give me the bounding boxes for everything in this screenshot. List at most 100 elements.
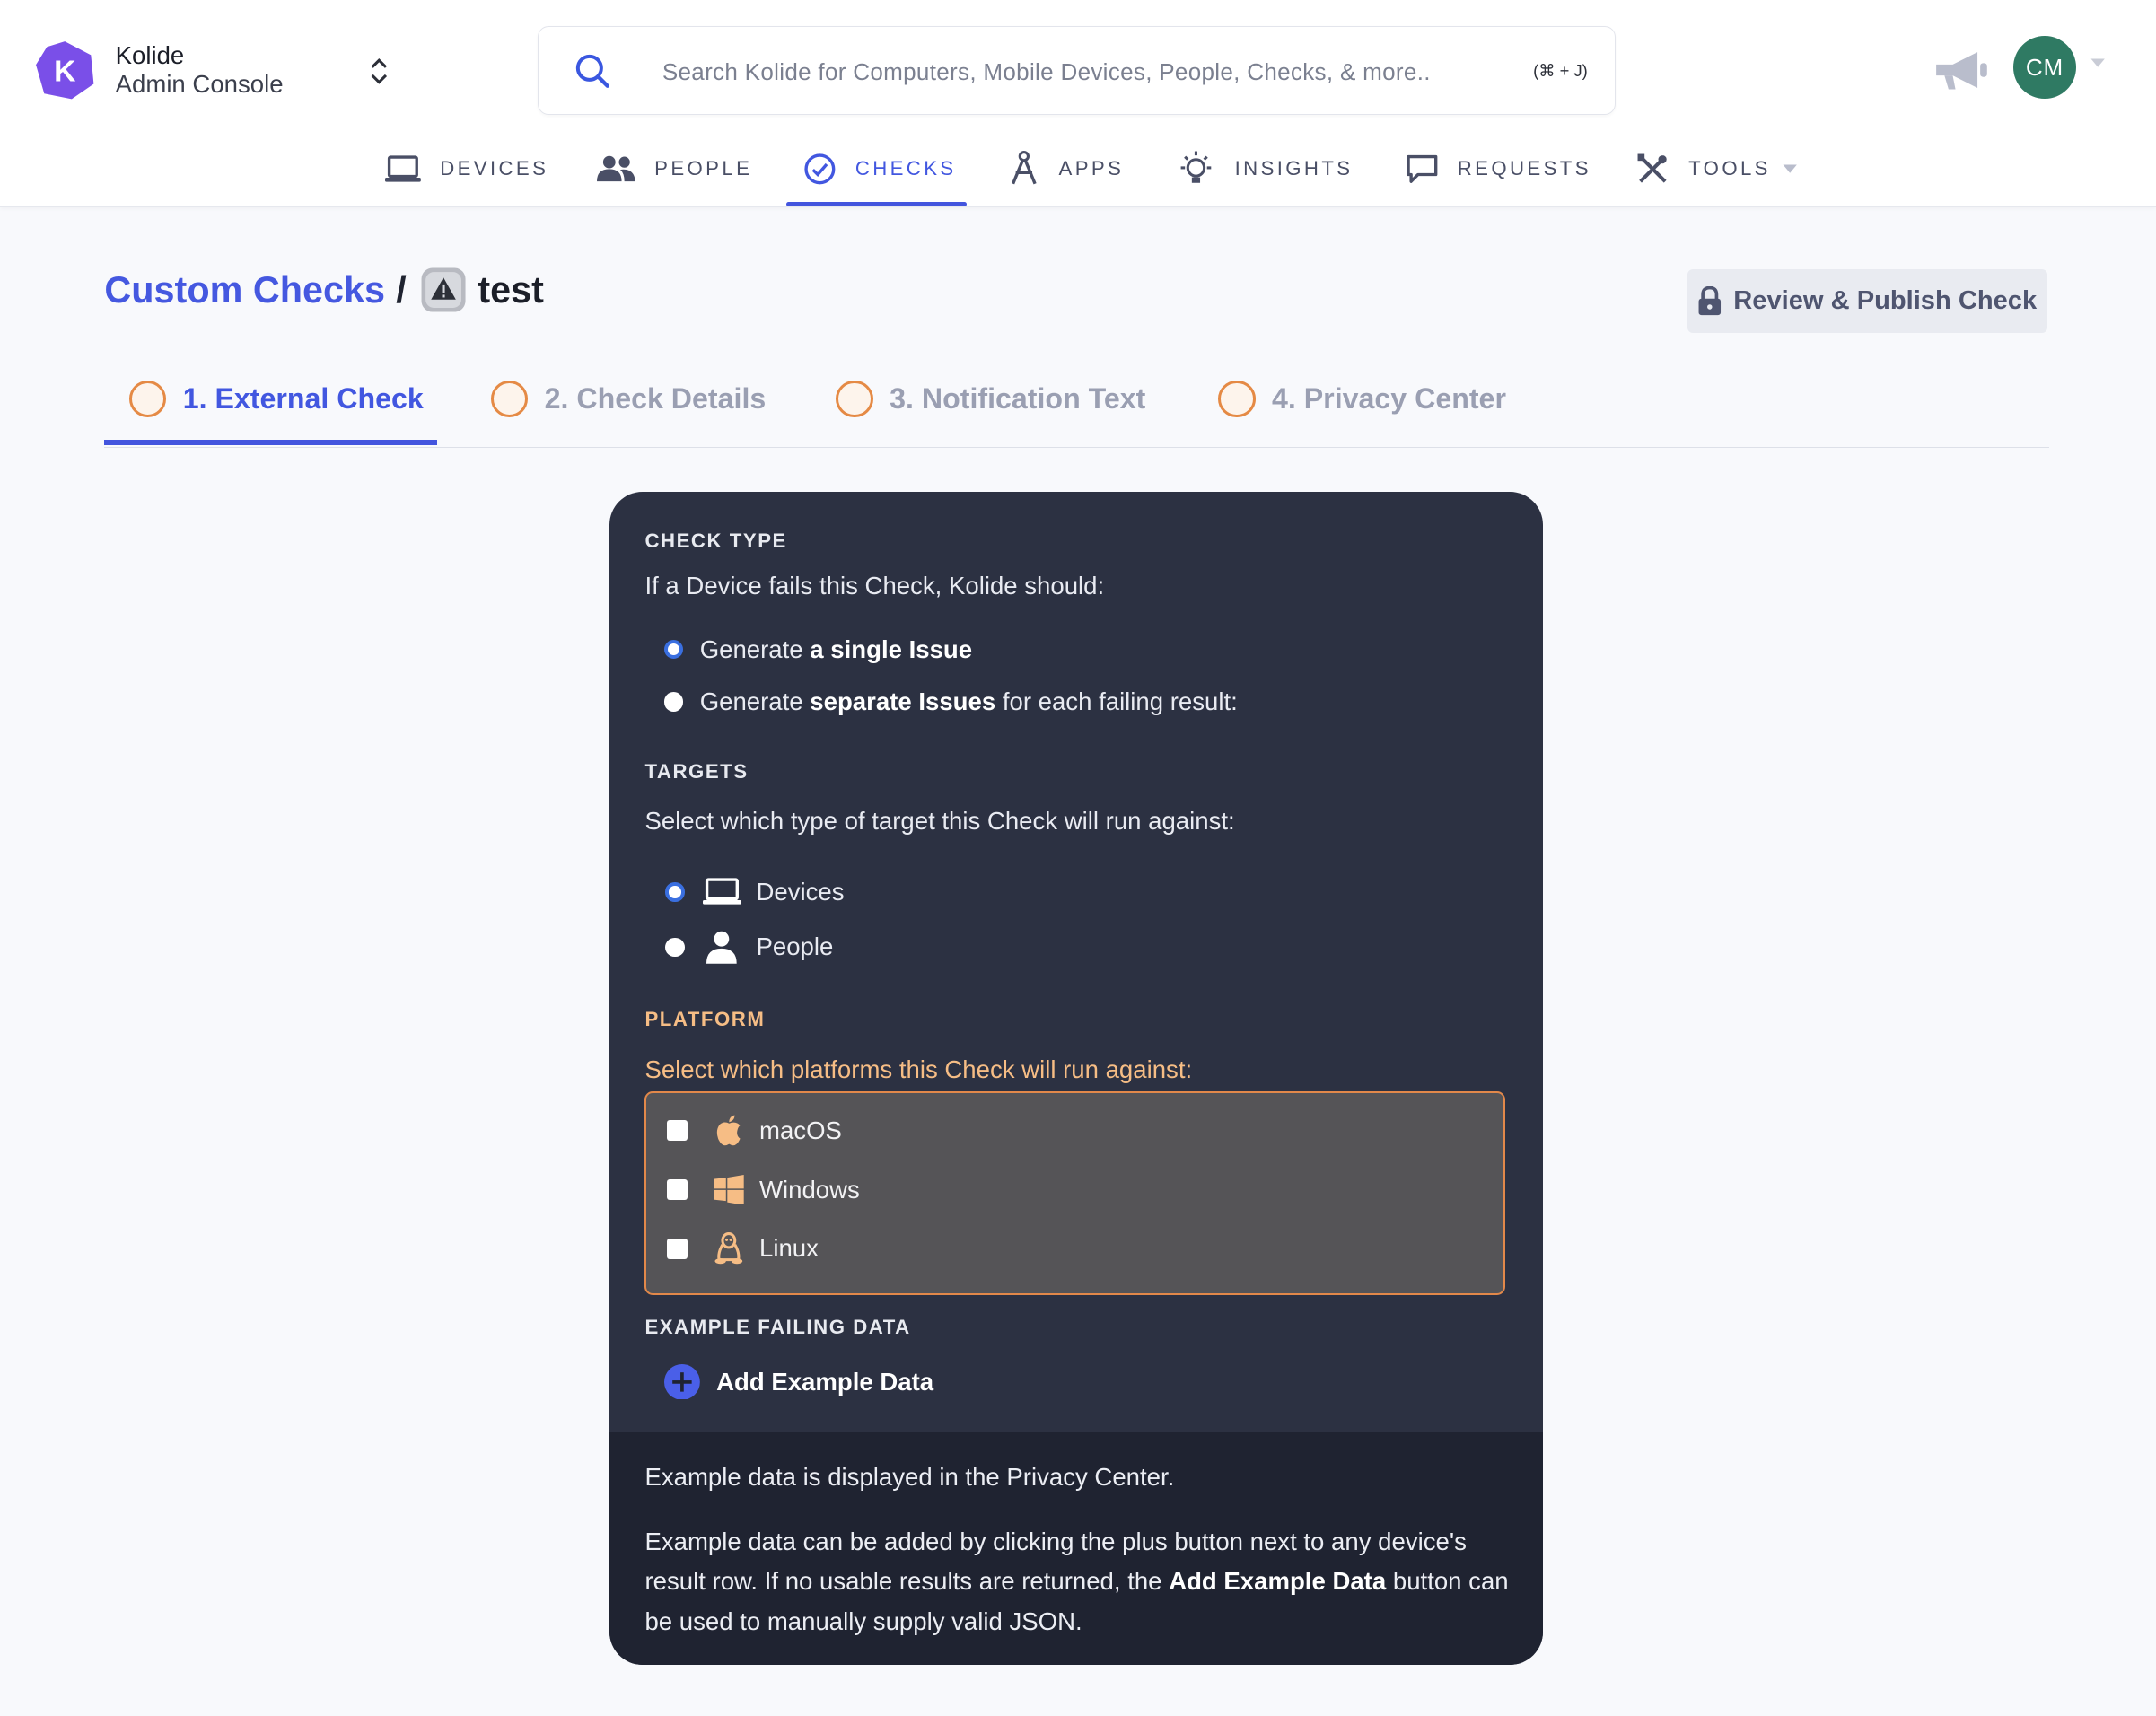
nav-active-indicator — [786, 202, 967, 206]
platform-options-box: macOS Windows Linux — [644, 1091, 1506, 1296]
kolide-logo-icon: K — [35, 40, 94, 100]
tab-check-details[interactable]: 2. Check Details — [490, 372, 767, 426]
help-paragraph-1: Example data is displayed in the Privacy… — [644, 1462, 1175, 1491]
review-publish-button[interactable]: Review & Publish Check — [1687, 269, 2047, 333]
nav-requests[interactable]: REQUESTS — [1406, 132, 1591, 206]
page-title: test — [478, 268, 544, 311]
platform-windows-label: Windows — [759, 1175, 860, 1204]
example-data-help: Example data is displayed in the Privacy… — [609, 1432, 1543, 1666]
radio-button[interactable] — [665, 937, 685, 958]
brand-subtitle: Admin Console — [115, 70, 284, 99]
radio-button[interactable] — [663, 692, 684, 712]
platform-linux-label: Linux — [759, 1234, 819, 1263]
breadcrumb-custom-checks-link[interactable]: Custom Checks — [104, 269, 385, 311]
nav-requests-label: REQUESTS — [1457, 157, 1591, 180]
main-nav: DEVICES PEOPLE CHECKS APPS INSIGHTS REQU… — [0, 132, 2156, 206]
radio-button-selected[interactable] — [663, 640, 684, 660]
check-circle-icon — [804, 153, 835, 185]
targets-prompt: Select which type of target this Check w… — [644, 807, 1235, 836]
nav-devices[interactable]: DEVICES — [384, 132, 549, 206]
platform-prompt: Select which platforms this Check will r… — [644, 1055, 1193, 1084]
lock-icon — [1698, 285, 1722, 315]
platform-macos-label: macOS — [759, 1116, 842, 1144]
user-avatar[interactable]: CM — [2012, 35, 2077, 100]
linux-penguin-icon — [715, 1232, 743, 1265]
nav-tools-label: TOOLS — [1688, 157, 1771, 180]
laptop-icon — [702, 878, 741, 905]
lightbulb-icon — [1180, 151, 1212, 183]
platform-windows-option[interactable]: Windows — [667, 1173, 860, 1206]
compass-tool-icon — [1012, 151, 1038, 185]
step-status-ring-icon — [128, 380, 167, 417]
tools-icon — [1637, 153, 1667, 183]
search-icon — [575, 55, 609, 89]
brand[interactable]: K Kolide Admin Console — [33, 39, 284, 101]
radio-target-devices[interactable]: Devices — [665, 874, 845, 910]
warning-triangle-icon — [421, 267, 466, 312]
global-search[interactable]: (⌘ + J) — [537, 26, 1617, 115]
tab-notification-text[interactable]: 3. Notification Text — [836, 372, 1145, 426]
brand-name: Kolide — [115, 40, 185, 69]
tab-external-check[interactable]: 1. External Check — [128, 372, 424, 426]
nav-insights[interactable]: INSIGHTS — [1177, 132, 1353, 206]
add-example-data-button[interactable]: Add Example Data — [663, 1363, 934, 1400]
windows-icon — [714, 1174, 745, 1205]
chat-bubble-icon — [1406, 154, 1437, 183]
platform-macos-option[interactable]: macOS — [667, 1114, 842, 1147]
help-paragraph-2: Example data can be added by clicking th… — [644, 1527, 1509, 1635]
tab-privacy-center[interactable]: 4. Privacy Center — [1218, 372, 1506, 426]
radio-target-people-label: People — [756, 932, 834, 961]
platform-linux-option[interactable]: Linux — [667, 1232, 819, 1265]
apple-icon — [716, 1115, 741, 1146]
tab-active-indicator — [104, 440, 438, 446]
radio-single-issue[interactable]: Generate a single Issue — [663, 635, 972, 664]
radio-target-people[interactable]: People — [665, 930, 833, 966]
app-root: K Kolide Admin Console (⌘ + J) CM — [0, 0, 2156, 1716]
step-status-ring-icon — [490, 380, 529, 417]
nav-apps[interactable]: APPS — [1009, 132, 1124, 206]
plus-circle-icon — [663, 1363, 700, 1400]
chevron-down-icon[interactable] — [2090, 57, 2106, 68]
step-tabs: 1. External Check 2. Check Details 3. No… — [104, 360, 2049, 448]
platform-label: PLATFORM — [644, 1007, 766, 1030]
nav-people[interactable]: PEOPLE — [596, 132, 753, 206]
radio-separate-issues-label: separate Issues — [810, 687, 996, 715]
nav-insights-label: INSIGHTS — [1234, 157, 1354, 180]
laptop-icon — [384, 154, 421, 182]
org-switcher-chevron-icon[interactable] — [365, 55, 393, 88]
review-publish-label: Review & Publish Check — [1733, 285, 2038, 315]
check-type-label: CHECK TYPE — [644, 529, 787, 552]
platform-macos-checkbox[interactable] — [667, 1120, 688, 1142]
radio-target-devices-label: Devices — [756, 878, 845, 906]
step-status-ring-icon — [836, 380, 873, 417]
nav-people-label: PEOPLE — [654, 157, 753, 180]
tab-external-check-label: 1. External Check — [182, 381, 424, 415]
search-shortcut-hint: (⌘ + J) — [1533, 61, 1588, 81]
tab-privacy-center-label: 4. Privacy Center — [1271, 381, 1506, 415]
add-example-data-label: Add Example Data — [716, 1367, 934, 1396]
nav-tools[interactable]: TOOLS — [1636, 132, 1799, 206]
nav-checks-label: CHECKS — [855, 157, 957, 180]
step-status-ring-icon — [1218, 380, 1256, 417]
search-input[interactable] — [659, 51, 1504, 93]
top-header: K Kolide Admin Console (⌘ + J) CM — [0, 0, 2156, 207]
tab-check-details-label: 2. Check Details — [544, 381, 767, 415]
megaphone-icon[interactable] — [1931, 47, 1991, 93]
breadcrumb: Custom Checks / test — [104, 261, 544, 319]
external-check-card: CHECK TYPE If a Device fails this Check,… — [609, 492, 1543, 1666]
breadcrumb-separator: / — [396, 268, 407, 311]
nav-checks[interactable]: CHECKS — [803, 132, 957, 206]
platform-linux-checkbox[interactable] — [667, 1238, 688, 1259]
example-failing-data-label: EXAMPLE FAILING DATA — [644, 1316, 911, 1338]
nav-apps-label: APPS — [1058, 157, 1125, 180]
tab-notification-text-label: 3. Notification Text — [890, 381, 1146, 415]
platform-windows-checkbox[interactable] — [667, 1179, 688, 1201]
nav-devices-label: DEVICES — [440, 157, 549, 180]
radio-button-selected[interactable] — [665, 882, 685, 902]
people-icon — [596, 155, 635, 182]
targets-label: TARGETS — [644, 760, 749, 784]
chevron-down-icon — [1783, 164, 1797, 173]
svg-text:K: K — [54, 55, 76, 88]
radio-separate-issues[interactable]: Generate separate Issues for each failin… — [663, 687, 1238, 716]
check-type-prompt: If a Device fails this Check, Kolide sho… — [644, 572, 1105, 600]
